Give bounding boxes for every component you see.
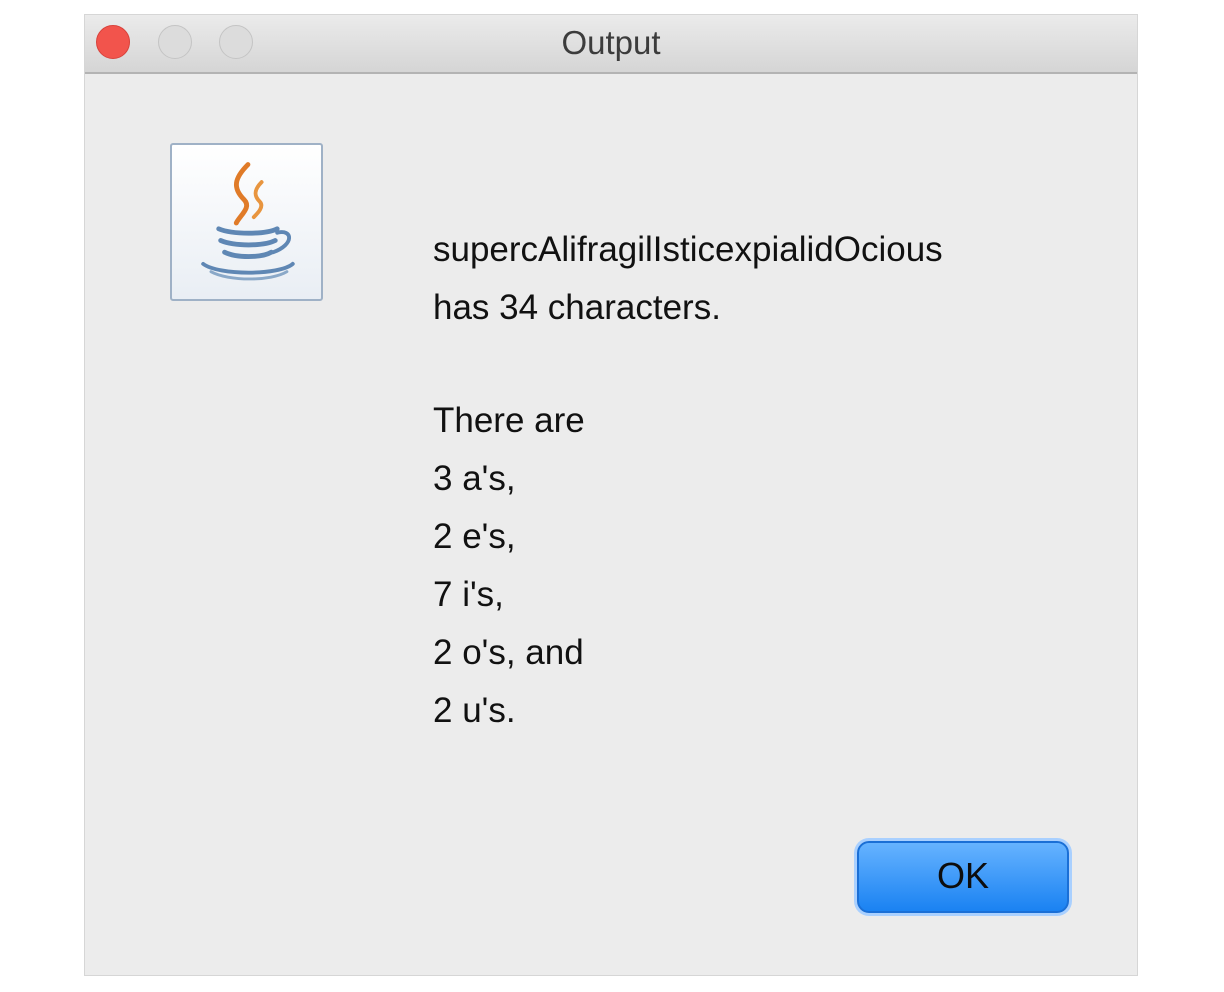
title-bar[interactable]: Output: [85, 15, 1137, 74]
vowel-count-i: 7 i's,: [433, 575, 504, 614]
output-dialog: Output supercAlifragilIsticexpialidOciou…: [85, 15, 1137, 975]
java-icon: [170, 143, 323, 301]
vowel-count-u: 2 u's.: [433, 691, 516, 730]
length-line: has 34 characters.: [433, 288, 721, 327]
message-text: supercAlifragilIsticexpialidOcious has 3…: [433, 221, 1123, 740]
vowel-count-a: 3 a's,: [433, 459, 516, 498]
vowel-count-o: 2 o's, and: [433, 633, 584, 672]
ok-button[interactable]: OK: [857, 841, 1069, 913]
word-line: supercAlifragilIsticexpialidOcious: [433, 230, 943, 269]
vowel-count-e: 2 e's,: [433, 517, 516, 556]
window-title: Output: [561, 24, 661, 61]
intro-line: There are: [433, 401, 585, 440]
